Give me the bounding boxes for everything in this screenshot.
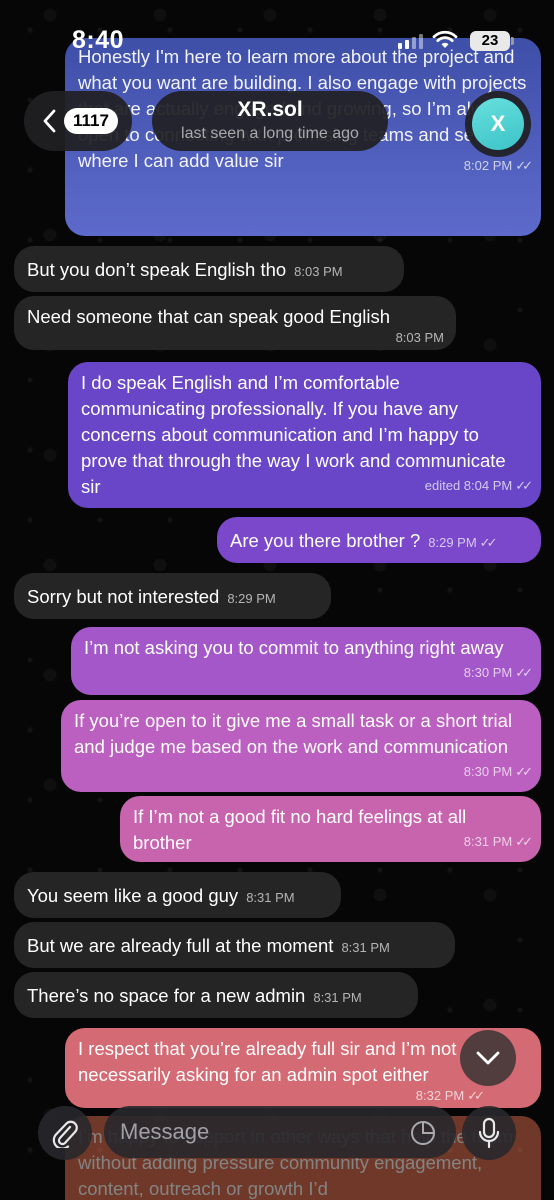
message-text: I’m not asking you to commit to anything… xyxy=(84,637,504,658)
chat-header: 1117 XR.sol last seen a long time ago X xyxy=(0,88,554,158)
message-bubble-incoming[interactable]: Sorry but not interested 8:29 PM xyxy=(14,573,331,619)
read-checkmarks-icon: ✓✓ xyxy=(515,478,533,493)
message-time: 8:31 PM xyxy=(463,834,513,849)
message-time: 8:30 PM xyxy=(463,764,513,779)
message-time: 8:31 PM xyxy=(341,940,390,955)
message-text: You seem like a good guy xyxy=(27,885,239,906)
message-text: Need someone that can speak good English xyxy=(27,306,391,327)
message-bubble-outgoing[interactable]: I do speak English and I’m comfortable c… xyxy=(68,362,541,508)
message-meta: edited 8:04 PM ✓✓ xyxy=(424,478,533,494)
message-bubble-incoming[interactable]: But we are already full at the moment 8:3… xyxy=(14,922,455,968)
read-checkmarks-icon: ✓✓ xyxy=(515,764,533,779)
attach-button[interactable] xyxy=(38,1106,92,1160)
last-seen-status: last seen a long time ago xyxy=(181,125,359,142)
avatar-button[interactable]: X xyxy=(465,91,531,157)
message-time: 8:02 PM xyxy=(463,158,513,173)
message-meta: 8:31 PM ✓✓ xyxy=(463,834,533,850)
read-checkmarks-icon: ✓✓ xyxy=(515,158,533,173)
message-time: edited 8:04 PM xyxy=(424,478,513,493)
message-bubble-incoming[interactable]: Need someone that can speak good English… xyxy=(14,296,456,350)
message-text: Sorry but not interested xyxy=(27,586,220,607)
status-bar: 8:40 23 xyxy=(0,0,554,80)
message-input[interactable] xyxy=(104,1106,456,1158)
message-bubble-outgoing[interactable]: If I’m not a good fit no hard feelings a… xyxy=(120,796,541,862)
message-meta: 8:29 PM ✓✓ xyxy=(428,535,498,551)
message-text: There’s no space for a new admin xyxy=(27,985,306,1006)
message-text: If I’m not a good fit no hard feelings a… xyxy=(133,806,467,853)
back-button[interactable]: 1117 xyxy=(24,91,132,151)
message-time: 8:03 PM xyxy=(395,330,444,345)
message-bubble-incoming[interactable]: You seem like a good guy 8:31 PM xyxy=(14,872,341,918)
message-meta: 8:30 PM ✓✓ xyxy=(463,665,533,681)
message-composer xyxy=(0,1098,554,1200)
message-time: 8:31 PM xyxy=(313,990,362,1005)
scroll-to-bottom-button[interactable] xyxy=(460,1030,516,1086)
message-time: 8:30 PM xyxy=(463,665,513,680)
sticker-icon[interactable] xyxy=(410,1120,436,1146)
message-bubble-incoming[interactable]: There’s no space for a new admin 8:31 PM xyxy=(14,972,418,1018)
chat-title: XR.sol xyxy=(237,98,303,121)
message-bubble-outgoing[interactable]: I’m not asking you to commit to anything… xyxy=(71,627,541,695)
status-time: 8:40 xyxy=(72,26,125,54)
battery-indicator: 23 xyxy=(470,31,510,51)
message-time: 8:03 PM xyxy=(294,264,343,279)
message-meta: 8:30 PM ✓✓ xyxy=(463,764,533,780)
message-bubble-incoming[interactable]: But you don’t speak English tho 8:03 PM xyxy=(14,246,404,292)
message-text: But you don’t speak English tho xyxy=(27,259,287,280)
chevron-down-icon xyxy=(476,1051,500,1065)
unread-count-badge: 1117 xyxy=(64,108,118,134)
message-time: 8:29 PM xyxy=(227,591,276,606)
battery-tip xyxy=(511,37,514,45)
read-checkmarks-icon: ✓✓ xyxy=(515,834,533,849)
paperclip-icon xyxy=(52,1120,78,1148)
avatar: X xyxy=(472,98,524,150)
message-bubble-outgoing[interactable]: Are you there brother ? 8:29 PM ✓✓ xyxy=(217,517,541,563)
wifi-icon xyxy=(432,30,458,48)
message-text: I respect that you’re already full sir a… xyxy=(78,1038,457,1085)
message-time: 8:29 PM xyxy=(428,535,477,550)
cellular-signal-icon xyxy=(398,34,423,49)
microphone-button[interactable] xyxy=(462,1106,516,1160)
chevron-left-icon xyxy=(43,109,56,133)
chat-title-button[interactable]: XR.sol last seen a long time ago xyxy=(152,91,388,151)
message-text: Are you there brother ? xyxy=(230,530,421,551)
message-time: 8:31 PM xyxy=(246,890,295,905)
message-text: But we are already full at the moment xyxy=(27,935,334,956)
read-checkmarks-icon: ✓✓ xyxy=(479,535,498,550)
message-meta: 8:02 PM ✓✓ xyxy=(463,158,533,174)
message-text: If you’re open to it give me a small tas… xyxy=(74,710,513,757)
read-checkmarks-icon: ✓✓ xyxy=(515,665,533,680)
microphone-icon xyxy=(478,1117,500,1149)
message-bubble-outgoing[interactable]: If you’re open to it give me a small tas… xyxy=(61,700,541,792)
